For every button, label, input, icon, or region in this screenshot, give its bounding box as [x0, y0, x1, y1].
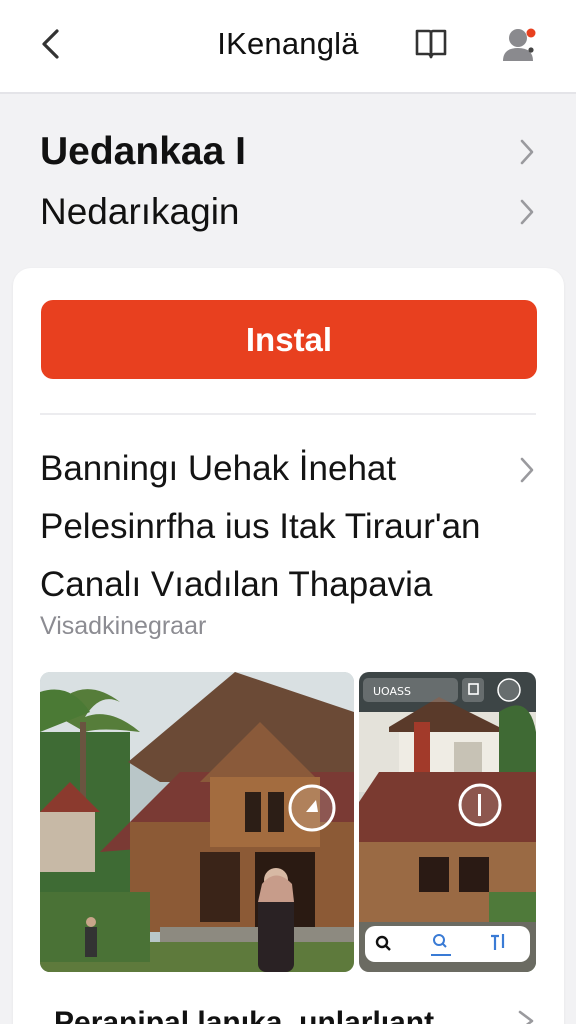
- app-category: Visadkinegraar: [40, 612, 207, 640]
- book-icon: [415, 29, 447, 59]
- top-app-bar: IKenanglä: [0, 0, 576, 94]
- menu-row-secondary-label: Nedarıkagin: [40, 191, 240, 232]
- chevron-right-icon: [512, 450, 542, 490]
- user-icon: [503, 28, 536, 61]
- menu-row-primary-label: Uedankaa I: [40, 130, 246, 173]
- description-line: Banningı Uehak İnehat: [40, 449, 397, 488]
- page-title: IKenanglä: [217, 26, 359, 61]
- description-line: Canalı Vıadılan Thapavia: [40, 565, 433, 604]
- house-photo: [40, 672, 354, 972]
- app-description[interactable]: Banningı Uehak İnehat Pelesinrfha ius It…: [40, 440, 510, 614]
- install-button[interactable]: Instal: [41, 300, 537, 379]
- overlay-label: UOASS: [373, 685, 411, 698]
- book-button[interactable]: [410, 22, 452, 64]
- divider: [40, 413, 536, 415]
- description-line: Pelesinrfha ius Itak Tiraur'an: [40, 507, 481, 546]
- section-title: Peranipal lanıka, unlarlıant: [54, 1006, 435, 1024]
- user-button[interactable]: [498, 22, 542, 66]
- chevron-right-icon: [512, 192, 542, 232]
- chevron-right-icon: [512, 132, 542, 172]
- notification-dot: [526, 28, 536, 38]
- chevron-right-icon: [518, 1010, 534, 1024]
- app-screenshot-2[interactable]: UOASS: [359, 672, 536, 972]
- menu-row-secondary[interactable]: Nedarıkagin: [0, 184, 576, 240]
- house-photo-overlay: UOASS: [359, 672, 536, 972]
- app-screenshot-1[interactable]: [40, 672, 354, 972]
- menu-row-primary[interactable]: Uedankaa I: [0, 124, 576, 180]
